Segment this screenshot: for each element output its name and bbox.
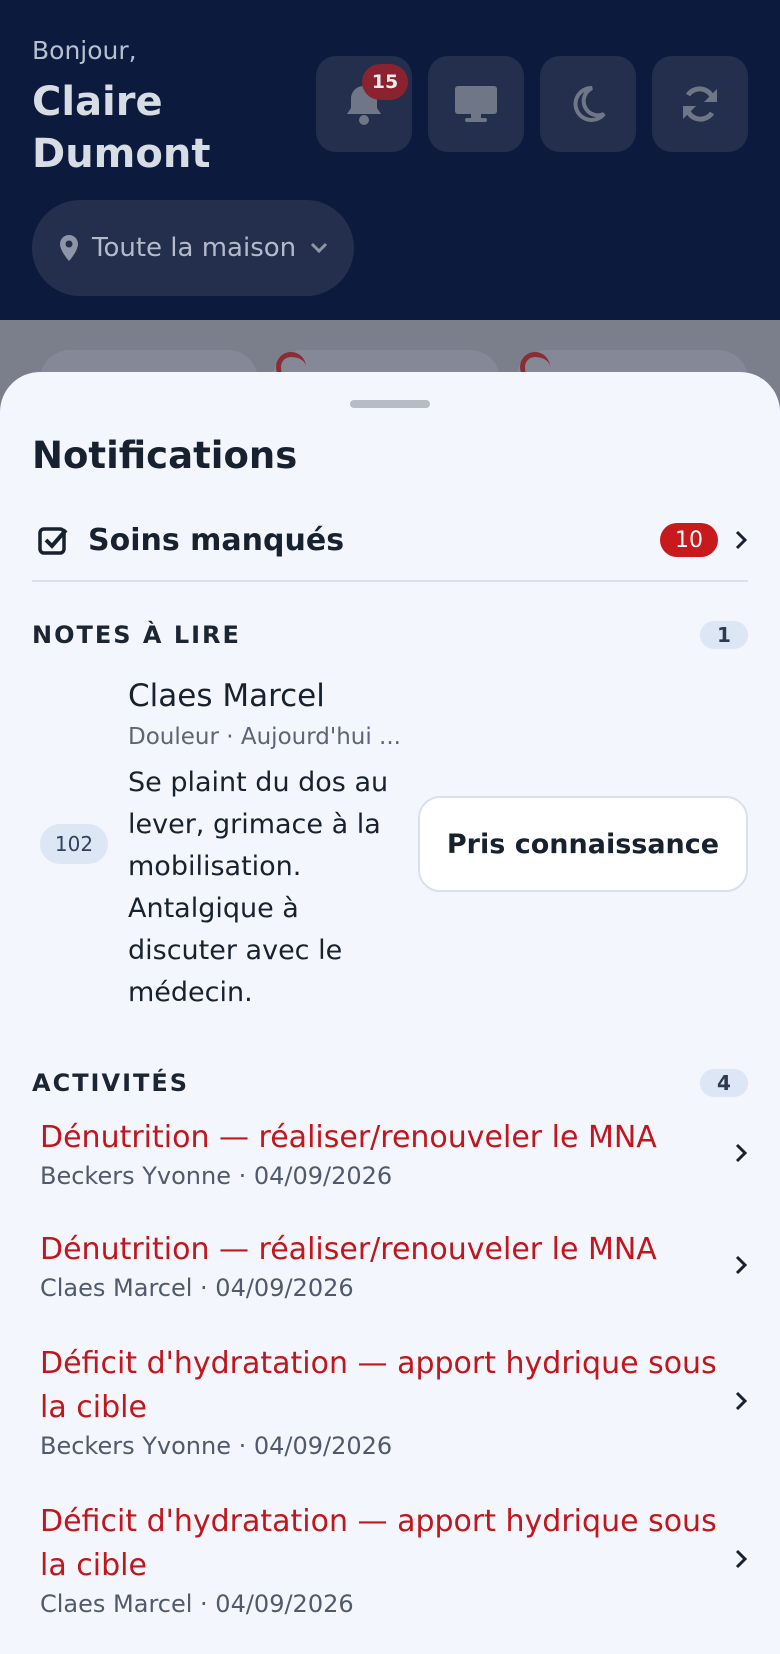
chevron-right-icon xyxy=(734,1142,748,1164)
acknowledge-button[interactable]: Pris connaissance xyxy=(418,796,748,892)
activity-subtitle: Claes Marcel · 04/09/2026 xyxy=(40,1590,354,1618)
activity-item[interactable]: Dénutrition — réaliser/renouveler le MNA… xyxy=(40,1116,748,1190)
chevron-right-icon xyxy=(734,529,748,551)
location-label: Toute la maison xyxy=(92,233,297,263)
checkbox-icon xyxy=(38,525,68,555)
divider xyxy=(32,580,748,582)
refresh-button[interactable] xyxy=(652,56,748,152)
app-header: Bonjour, Claire Dumont 15 Toute la maiso… xyxy=(0,0,780,320)
activity-item[interactable]: Déficit d'hydratation — apport hydrique … xyxy=(40,1500,748,1618)
chevron-down-icon xyxy=(310,242,328,254)
activity-title: Déficit d'hydratation — apport hydrique … xyxy=(40,1346,717,1425)
notes-section-header: NOTES À LIRE 1 xyxy=(32,620,748,650)
notification-count-badge: 15 xyxy=(362,64,408,100)
notes-heading: NOTES À LIRE xyxy=(32,621,241,649)
greeting: Bonjour, xyxy=(32,36,137,65)
activity-subtitle: Beckers Yvonne · 04/09/2026 xyxy=(40,1432,393,1460)
map-pin-icon xyxy=(60,235,78,261)
missed-care-label: Soins manqués xyxy=(88,522,345,558)
activity-item[interactable]: Déficit d'hydratation — apport hydrique … xyxy=(40,1342,748,1460)
monitor-icon xyxy=(453,84,499,124)
sheet-title: Notifications xyxy=(32,434,298,477)
note-text: Se plaint du dos au lever, grimace à la … xyxy=(128,767,389,1008)
note-meta: Douleur · Aujourd'hui ... xyxy=(128,724,401,750)
activity-title: Déficit d'hydratation — apport hydrique … xyxy=(40,1504,717,1583)
activities-heading: ACTIVITÉS xyxy=(32,1069,190,1097)
activity-item[interactable]: Dénutrition — réaliser/renouveler le MNA… xyxy=(40,1228,748,1302)
room-badge: 102 xyxy=(40,824,108,864)
moon-icon xyxy=(568,84,608,124)
display-button[interactable] xyxy=(428,56,524,152)
chevron-right-icon xyxy=(734,1254,748,1276)
activity-title: Dénutrition — réaliser/renouveler le MNA xyxy=(40,1232,657,1267)
refresh-icon xyxy=(679,83,721,125)
activities-section-header: ACTIVITÉS 4 xyxy=(32,1068,748,1098)
activity-title: Dénutrition — réaliser/renouveler le MNA xyxy=(40,1120,657,1155)
user-name: Claire Dumont xyxy=(32,79,211,177)
missed-care-row[interactable]: Soins manqués 10 xyxy=(32,500,748,580)
activity-subtitle: Claes Marcel · 04/09/2026 xyxy=(40,1274,354,1302)
missed-care-count-badge: 10 xyxy=(660,523,718,557)
location-selector[interactable]: Toute la maison xyxy=(32,200,354,296)
sheet-drag-handle[interactable] xyxy=(350,400,430,408)
chevron-right-icon xyxy=(734,1390,748,1412)
activities-count-badge: 4 xyxy=(700,1069,748,1097)
note-patient-name: Claes Marcel xyxy=(128,678,325,714)
notifications-sheet: Notifications Soins manqués 10 NOTES À L… xyxy=(0,372,780,1654)
dark-mode-button[interactable] xyxy=(540,56,636,152)
chevron-right-icon xyxy=(734,1548,748,1570)
notes-count-badge: 1 xyxy=(700,621,748,649)
activity-subtitle: Beckers Yvonne · 04/09/2026 xyxy=(40,1162,393,1190)
